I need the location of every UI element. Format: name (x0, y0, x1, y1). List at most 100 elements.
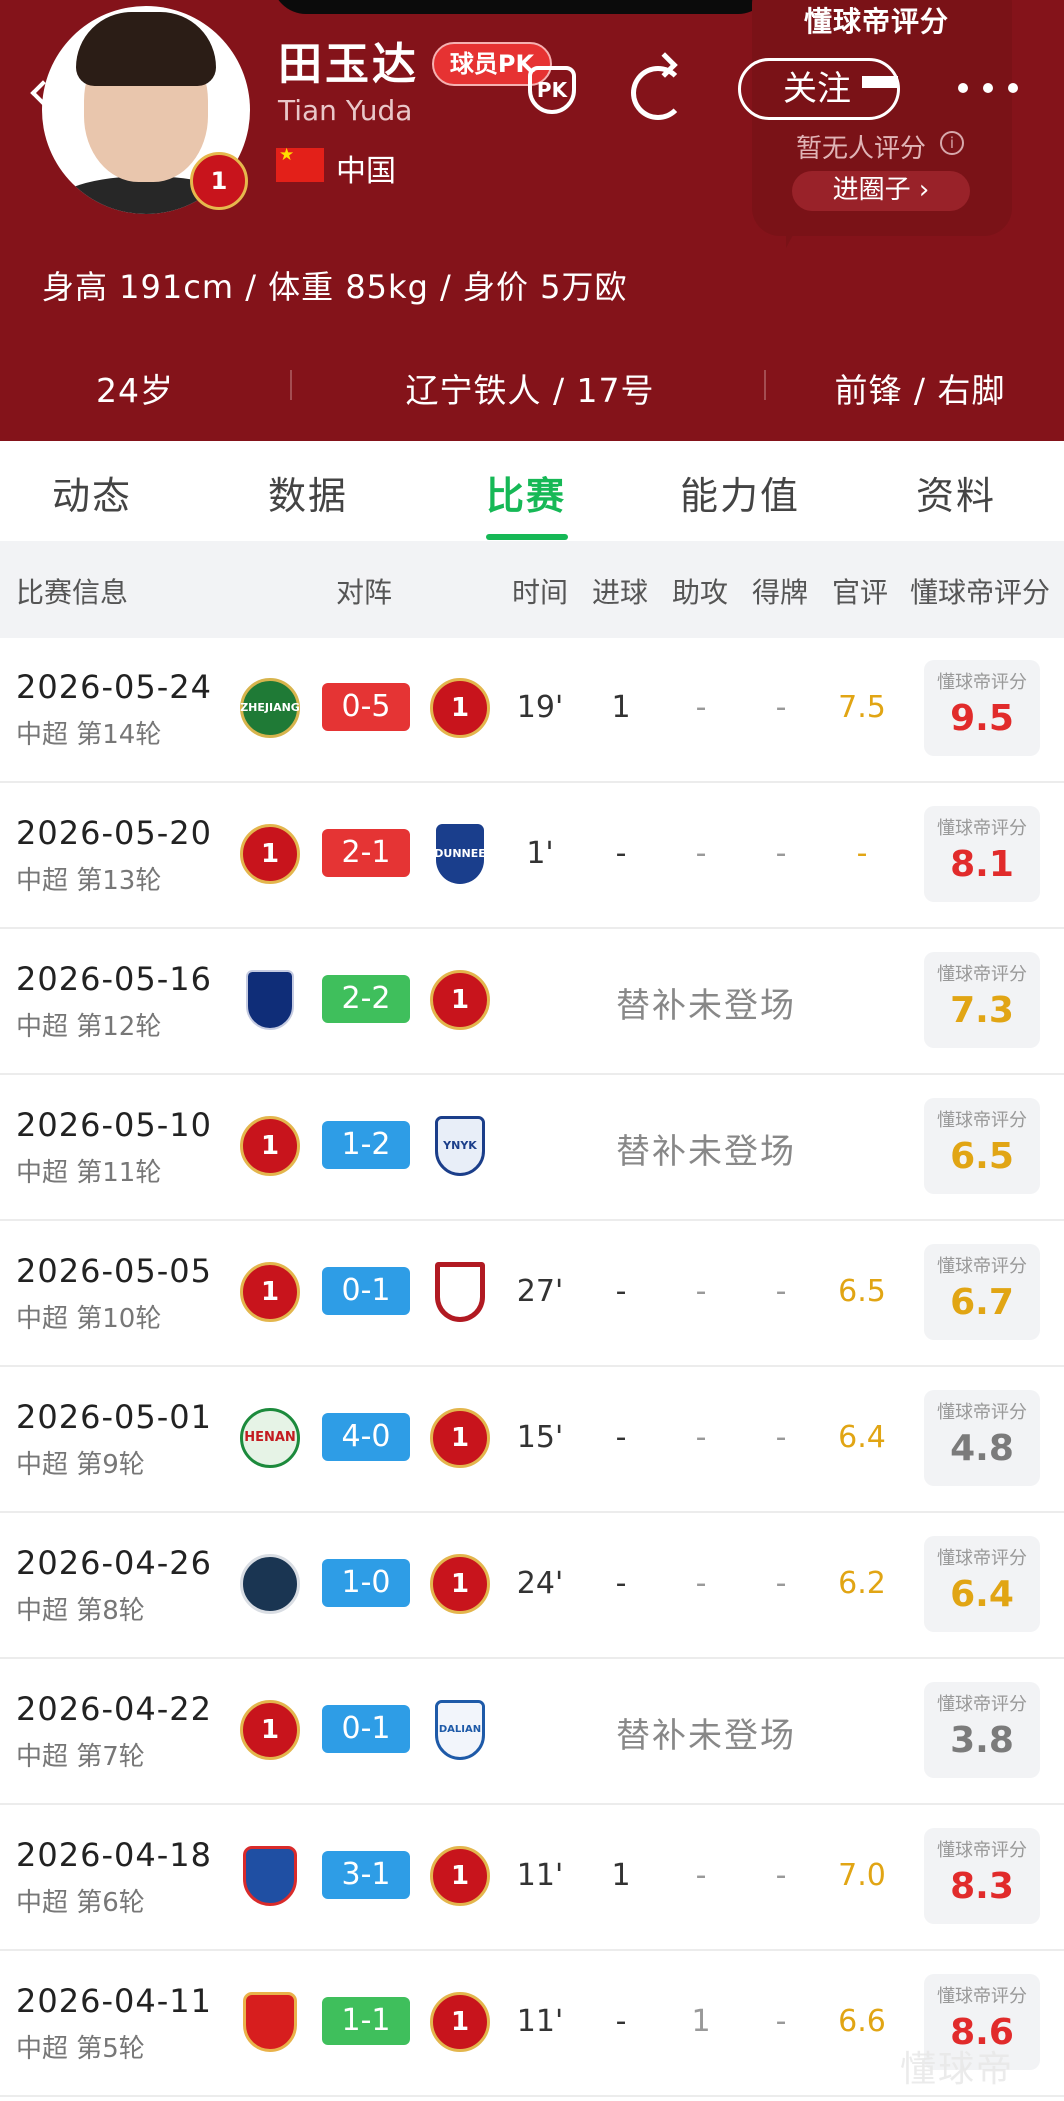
tab-matches[interactable]: 比赛 (486, 465, 566, 520)
dqd-rating-label: 懂球帝评分 (937, 818, 1027, 839)
away-team-logo-icon[interactable]: 1 (430, 1846, 490, 1906)
col-dqd-rating: 懂球帝评分 (910, 576, 1051, 609)
away-team-logo-icon[interactable]: YNYK (435, 1116, 485, 1176)
away-team-logo-icon[interactable]: 1 (430, 1408, 490, 1468)
match-score[interactable]: 0-5 (322, 683, 410, 731)
match-date: 2026-05-05 (16, 1252, 212, 1290)
away-team-logo-icon[interactable]: 1 (430, 678, 490, 738)
match-score[interactable]: 0-1 (322, 1267, 410, 1315)
player-stats-line: 身高 191cm / 体重 85kg / 身价 5万欧 (42, 268, 628, 306)
tab-dynamics[interactable]: 动态 (52, 465, 132, 520)
share-icon[interactable] (631, 66, 685, 120)
match-date: 2026-05-24 (16, 668, 212, 706)
dqd-rating-card[interactable]: 懂球帝评分 3.8 (924, 1682, 1040, 1778)
info-icon[interactable]: i (940, 131, 964, 155)
dqd-rating-value: 7.3 (950, 990, 1014, 1031)
match-score[interactable]: 2-1 (322, 829, 410, 877)
pk-icon[interactable]: PK (528, 66, 576, 114)
meta-divider (290, 370, 292, 400)
match-minutes: 15' (516, 1420, 564, 1455)
home-team-logo-icon[interactable]: ZHEJIANG (240, 678, 300, 738)
home-team-logo-icon[interactable] (243, 1846, 297, 1906)
match-row[interactable]: 2026-05-24 中超 第14轮 ZHEJIANG 0-5 1 19' 1 - - 7.5 懂球… (0, 638, 1064, 783)
match-row[interactable]: 2026-05-20 中超 第13轮 1 2-1 DUNNEE 1' - - - - 懂球帝评分 8.… (0, 784, 1064, 929)
match-minutes: 27' (516, 1274, 564, 1309)
more-icon[interactable] (958, 78, 1018, 98)
dqd-rating-card[interactable]: 懂球帝评分 6.4 (924, 1536, 1040, 1632)
player-name: 田玉达 (278, 39, 419, 90)
match-row[interactable]: 2026-04-18 中超 第6轮 3-1 1 11' 1 - - 7.0 懂球帝评分 8.3 (0, 1806, 1064, 1951)
match-score[interactable]: 0-1 (322, 1705, 410, 1753)
home-team-logo-icon[interactable]: 1 (240, 824, 300, 884)
match-round: 中超 第13轮 (16, 866, 162, 896)
match-row[interactable]: 2026-05-10 中超 第11轮 1 1-2 YNYK 替补未登场 懂球帝评分 6.5 (0, 1076, 1064, 1221)
match-row[interactable]: 2026-04-26 中超 第8轮 1-0 1 24' - - - 6.2 懂球帝评分 6.4 (0, 1514, 1064, 1659)
home-team-logo-icon[interactable]: 1 (240, 1116, 300, 1176)
away-team-logo-icon[interactable]: 1 (430, 1992, 490, 2052)
away-team-logo-icon[interactable]: 1 (430, 1554, 490, 1614)
home-team-logo-icon[interactable] (246, 970, 294, 1030)
match-row[interactable]: 2026-05-16 中超 第12轮 2-2 1 替补未登场 懂球帝评分 7.3 (0, 930, 1064, 1075)
dqd-rating-card[interactable]: 懂球帝评分 4.8 (924, 1390, 1040, 1486)
follow-button[interactable]: 关注 (738, 58, 900, 120)
dqd-rating-label: 懂球帝评分 (937, 1840, 1027, 1861)
dqd-rating-value: 9.5 (950, 698, 1014, 739)
match-official-rating: 7.5 (838, 690, 886, 725)
away-team-logo-icon[interactable] (435, 1262, 485, 1322)
dqd-rating-card[interactable]: 懂球帝评分 8.1 (924, 806, 1040, 902)
match-official-rating: 7.0 (838, 1858, 886, 1893)
match-cards: - (775, 690, 787, 725)
match-date: 2026-05-16 (16, 960, 212, 998)
match-row[interactable]: 2026-05-01 中超 第9轮 HENAN 4-0 1 15' - - - 6.4 懂球帝评分 4… (0, 1368, 1064, 1513)
enter-circle-button[interactable]: 进圈子 › (792, 171, 970, 211)
home-team-logo-icon[interactable] (240, 1554, 300, 1614)
match-official-rating: 6.6 (838, 2004, 886, 2039)
match-score[interactable]: 1-2 (322, 1121, 410, 1169)
tab-profile[interactable]: 资料 (916, 465, 996, 520)
match-score[interactable]: 1-1 (322, 1997, 410, 2045)
match-date: 2026-05-10 (16, 1106, 212, 1144)
match-row[interactable]: 2026-04-22 中超 第7轮 1 0-1 DALIAN 替补未登场 懂球帝评分 3.8 (0, 1660, 1064, 1805)
match-score[interactable]: 1-0 (322, 1559, 410, 1607)
dqd-rating-label: 懂球帝评分 (937, 1402, 1027, 1423)
match-score[interactable]: 2-2 (322, 975, 410, 1023)
dqd-rating-value: 3.8 (950, 1720, 1014, 1761)
dqd-rating-card[interactable]: 懂球帝评分 9.5 (924, 660, 1040, 756)
dqd-rating-label: 懂球帝评分 (937, 964, 1027, 985)
player-position-foot: 前锋 / 右脚 (834, 371, 1006, 410)
tab-ability[interactable]: 能力值 (680, 465, 800, 520)
match-minutes: 24' (516, 1566, 564, 1601)
dqd-rating-card[interactable]: 懂球帝评分 8.3 (924, 1828, 1040, 1924)
dqd-rating-label: 懂球帝评分 (937, 672, 1027, 693)
match-score[interactable]: 3-1 (322, 1851, 410, 1899)
match-score[interactable]: 4-0 (322, 1413, 410, 1461)
match-round: 中超 第12轮 (16, 1012, 162, 1042)
col-match-info: 比赛信息 (16, 576, 129, 609)
player-age: 24岁 (96, 371, 174, 410)
dqd-rating-value: 6.4 (950, 1574, 1014, 1615)
match-row[interactable]: 2026-05-05 中超 第10轮 1 0-1 27' - - - 6.5 懂球帝评分 6.7 (0, 1222, 1064, 1367)
home-team-logo-icon[interactable] (243, 1992, 297, 2052)
match-minutes: 19' (516, 690, 564, 725)
dqd-rating-card[interactable]: 懂球帝评分 7.3 (924, 952, 1040, 1048)
match-assists: 1 (691, 2004, 711, 2039)
dqd-rating-value: 8.1 (950, 844, 1014, 885)
away-team-logo-icon[interactable]: DALIAN (435, 1700, 485, 1760)
match-round: 中超 第6轮 (16, 1888, 145, 1918)
home-team-logo-icon[interactable]: HENAN (240, 1408, 300, 1468)
match-note: 替补未登场 (616, 1132, 796, 1172)
match-goals: - (615, 836, 627, 871)
match-round: 中超 第11轮 (16, 1158, 162, 1188)
match-note: 替补未登场 (616, 986, 796, 1026)
away-team-logo-icon[interactable]: 1 (430, 970, 490, 1030)
dqd-rating-card[interactable]: 懂球帝评分 6.5 (924, 1098, 1040, 1194)
dqd-rating-label: 懂球帝评分 (937, 1986, 1027, 2007)
dqd-rating-card[interactable]: 懂球帝评分 6.7 (924, 1244, 1040, 1340)
home-team-logo-icon[interactable]: 1 (240, 1262, 300, 1322)
match-assists: - (695, 1274, 707, 1309)
home-team-logo-icon[interactable]: 1 (240, 1700, 300, 1760)
match-official-rating: 6.4 (838, 1420, 886, 1455)
active-tab-indicator (486, 534, 568, 540)
tab-data[interactable]: 数据 (268, 465, 348, 520)
away-team-logo-icon[interactable]: DUNNEE (434, 824, 486, 884)
